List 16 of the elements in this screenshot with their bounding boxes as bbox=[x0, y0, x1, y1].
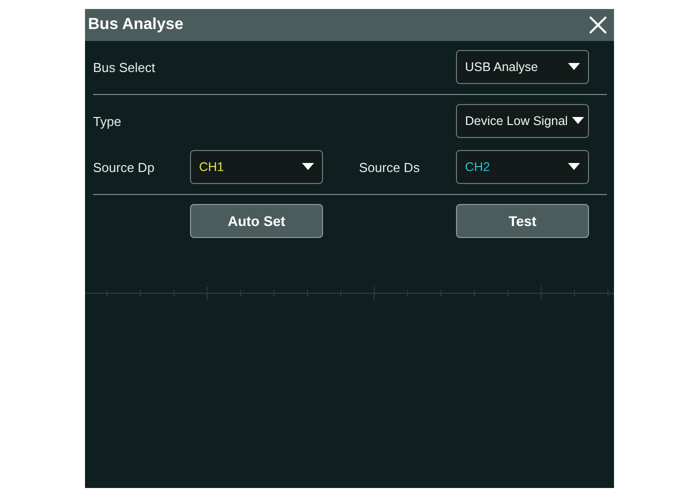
dropdown[interactable]: CH2 bbox=[456, 150, 589, 184]
caret-icon bbox=[302, 163, 314, 171]
field-label: Bus Select bbox=[93, 60, 156, 74]
action-button[interactable]: Auto Set bbox=[190, 204, 323, 238]
caret-icon bbox=[568, 63, 580, 71]
field-label: Type bbox=[93, 114, 122, 128]
dialog-title: Bus Analyse bbox=[88, 16, 184, 34]
dropdown[interactable]: Device Low Signal bbox=[456, 104, 589, 138]
close-icon[interactable] bbox=[588, 15, 608, 35]
field-label: Source Ds bbox=[358, 160, 420, 174]
dropdown[interactable]: USB Analyse bbox=[456, 50, 589, 84]
field-label: Source Dp bbox=[93, 160, 154, 174]
dropdown[interactable]: CH1 bbox=[190, 150, 323, 184]
caret-icon bbox=[568, 163, 580, 171]
caret-icon bbox=[572, 117, 584, 125]
action-button[interactable]: Test bbox=[456, 204, 589, 238]
